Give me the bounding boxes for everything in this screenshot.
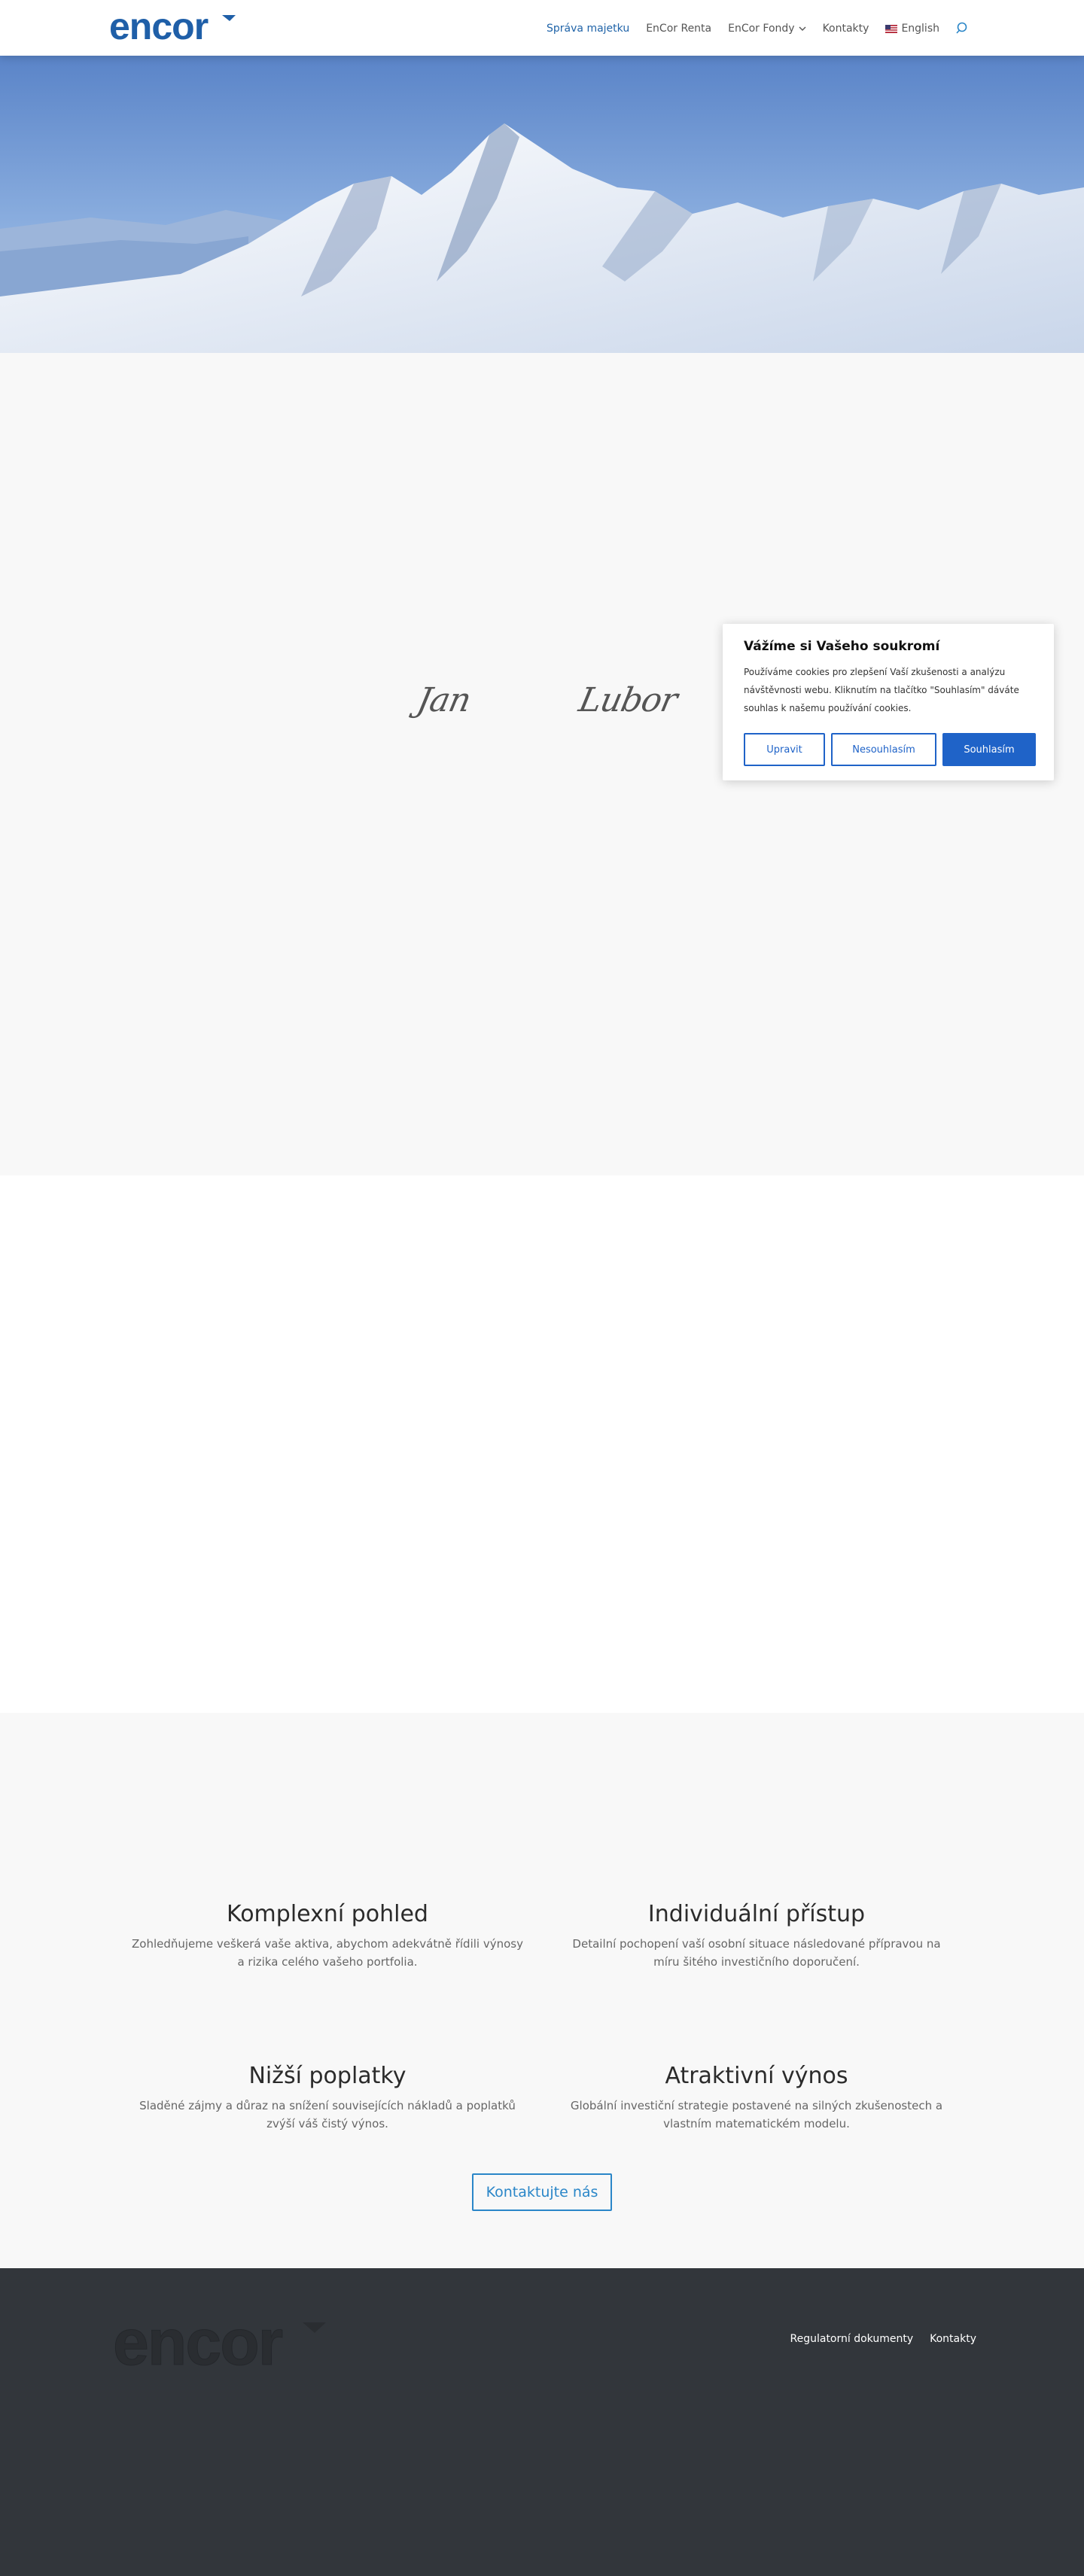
- contact-us-button[interactable]: Kontaktujte nás: [472, 2173, 612, 2211]
- feature-title: Komplexní pohled: [227, 1901, 428, 1927]
- feature-nizsi-poplatky: Nižší poplatky Sladěné zájmy a důraz na …: [132, 2063, 523, 2133]
- main-nav: Správa majetku EnCor Renta EnCor Fondy K…: [547, 21, 970, 36]
- feature-atraktivni-vynos: Atraktivní výnos Globální investiční str…: [561, 2063, 952, 2133]
- footer-encor-logo[interactable]: encor: [113, 2313, 327, 2374]
- mountain-illustration: [0, 56, 1084, 353]
- search-icon[interactable]: [956, 22, 970, 35]
- us-flag-icon: [885, 24, 898, 33]
- feature-komplexni-pohled: Komplexní pohled Zohledňujeme veškerá va…: [132, 1901, 523, 1971]
- site-header: encor Správa majetku EnCor Renta EnCor F…: [0, 0, 1084, 56]
- nav-sprava-majetku[interactable]: Správa majetku: [547, 23, 629, 35]
- nav-language-english[interactable]: English: [885, 23, 939, 35]
- signature-lubor: Lubor: [575, 681, 681, 719]
- feature-individualni-pristup: Individuální přístup Detailní pochopení …: [561, 1901, 952, 1971]
- feature-text: Zohledňujeme veškerá vaše aktiva, abycho…: [132, 1937, 523, 1969]
- feature-text: Detailní pochopení vaší osobní situace n…: [572, 1937, 941, 1969]
- cookie-accept-button[interactable]: Souhlasím: [942, 733, 1036, 766]
- feature-title: Atraktivní výnos: [665, 2063, 848, 2089]
- nav-english-label: English: [901, 23, 939, 35]
- feature-title: Nižší poplatky: [248, 2063, 406, 2089]
- hero-mountain-image: [0, 56, 1084, 353]
- feature-text: Sladěné zájmy a důraz na snížení souvise…: [139, 2099, 516, 2130]
- signature-jan: Jan: [413, 681, 474, 719]
- cookie-buttons: Upravit Nesouhlasím Souhlasím: [744, 733, 1036, 766]
- site-footer: encor Regulatorní dokumenty Kontakty: [0, 2268, 1084, 2576]
- content-section-blank: [0, 1175, 1084, 1713]
- feature-text: Globální investiční strategie postavené …: [570, 2099, 943, 2130]
- nav-encor-renta[interactable]: EnCor Renta: [646, 23, 711, 35]
- chevron-down-icon: [799, 26, 806, 31]
- feature-title: Individuální přístup: [647, 1901, 866, 1927]
- cookie-title: Vážíme si Vašeho soukromí: [744, 639, 940, 654]
- footer-link-regulatorni-dokumenty[interactable]: Regulatorní dokumenty: [790, 2333, 914, 2345]
- cookie-customize-button[interactable]: Upravit: [744, 733, 825, 766]
- cookie-consent-dialog: Vážíme si Vašeho soukromí Používáme cook…: [723, 624, 1054, 780]
- footer-link-kontakty[interactable]: Kontakty: [930, 2333, 976, 2345]
- svg-text:encor: encor: [109, 9, 209, 44]
- nav-kontakty[interactable]: Kontakty: [823, 23, 869, 35]
- svg-text:encor: encor: [113, 2313, 283, 2374]
- cookie-text: Používáme cookies pro zlepšení Vaší zkuš…: [744, 667, 1019, 713]
- footer-links: Regulatorní dokumenty Kontakty: [790, 2333, 977, 2345]
- nav-encor-fondy[interactable]: EnCor Fondy: [728, 23, 806, 35]
- nav-encor-fondy-label: EnCor Fondy: [728, 23, 795, 35]
- encor-logo[interactable]: encor: [109, 9, 237, 44]
- cookie-reject-button[interactable]: Nesouhlasím: [831, 733, 936, 766]
